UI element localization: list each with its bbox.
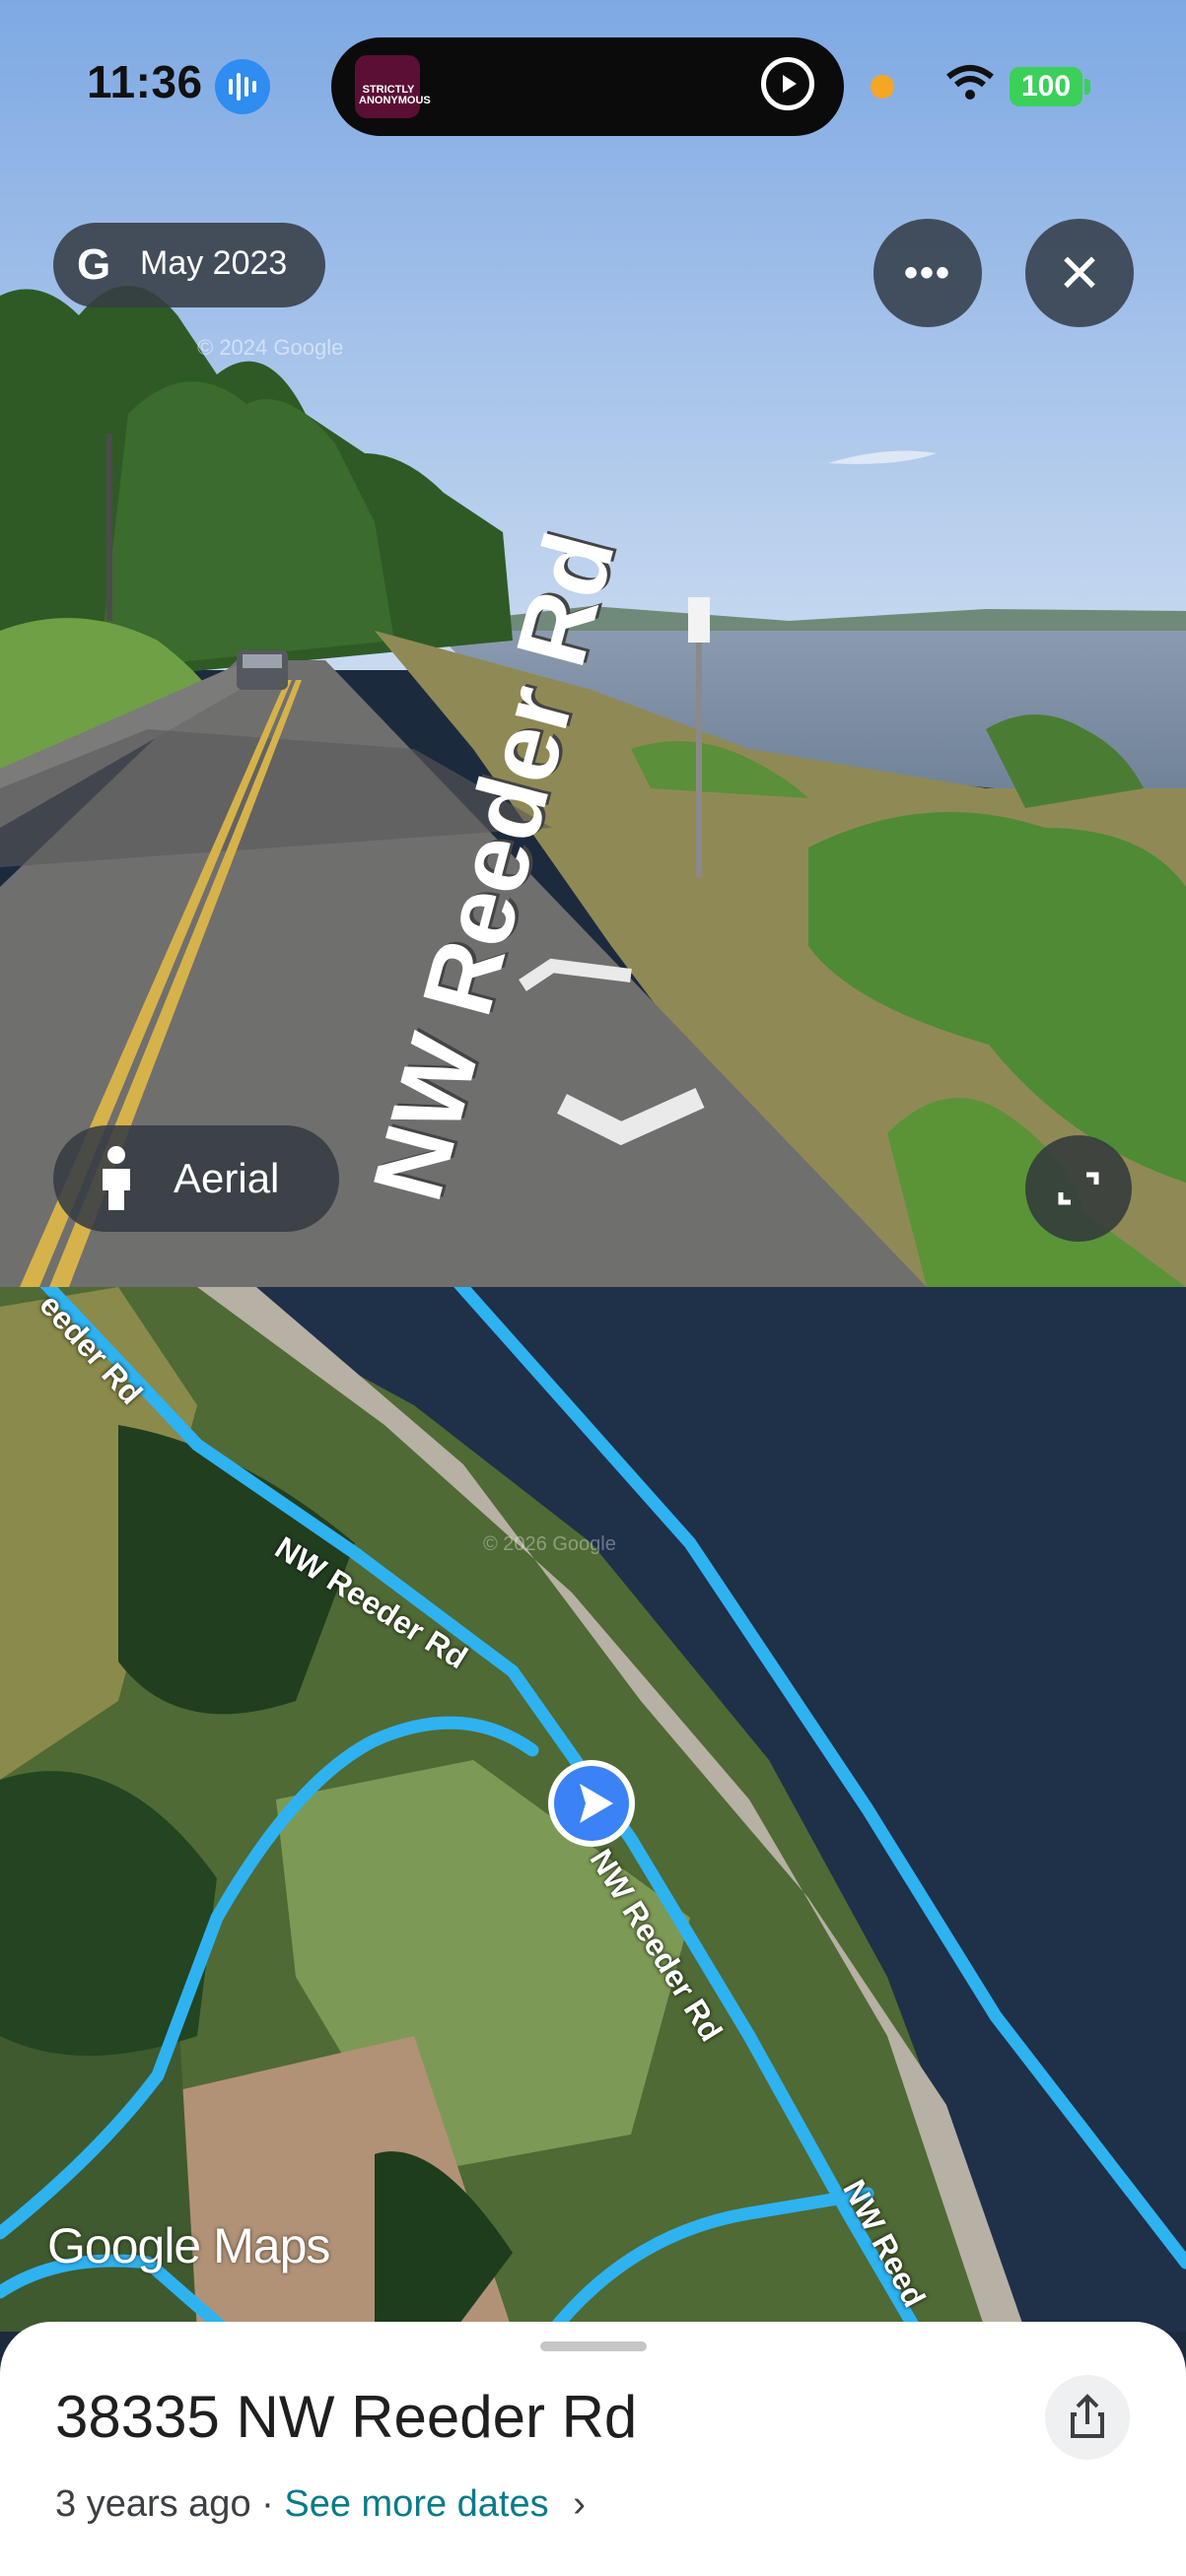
now-playing-art-text: STRICTLY ANONYMOUS bbox=[359, 84, 431, 106]
share-icon bbox=[1071, 2394, 1104, 2438]
wifi-icon bbox=[944, 63, 996, 107]
google-g-icon: G bbox=[77, 240, 111, 289]
expand-button[interactable] bbox=[1025, 1135, 1132, 1242]
status-time: 11:36 bbox=[87, 56, 203, 107]
aerial-label: Aerial bbox=[174, 1155, 280, 1201]
street-view-panorama[interactable]: NW Reeder Rd © 2024 Google bbox=[0, 0, 1186, 1287]
battery-tip bbox=[1084, 79, 1090, 95]
chevron-right-icon[interactable]: › bbox=[573, 2483, 586, 2525]
pegman-icon bbox=[95, 1145, 138, 1217]
street-watermark: © 2024 Google bbox=[197, 335, 344, 360]
more-icon: ••• bbox=[903, 250, 951, 295]
separator-dot: · bbox=[250, 2483, 285, 2525]
years-ago-label: 3 years ago bbox=[55, 2483, 251, 2525]
privacy-indicator bbox=[871, 75, 894, 99]
see-more-dates-link[interactable]: See more dates bbox=[284, 2483, 548, 2525]
address-title: 38335 NW Reeder Rd bbox=[55, 2384, 638, 2450]
map-imagery bbox=[0, 1287, 1186, 2332]
close-icon: ✕ bbox=[1057, 243, 1102, 304]
date-subline: 3 years ago · See more dates › bbox=[55, 2483, 586, 2526]
expand-icon bbox=[1058, 1172, 1099, 1205]
capture-date-label: May 2023 bbox=[140, 244, 288, 282]
map-watermark: © 2026 Google bbox=[483, 1533, 616, 1555]
sheet-grabber[interactable] bbox=[540, 2341, 647, 2351]
aerial-map[interactable]: eeder Rd NW Reeder Rd NW Reeder Rd NW Re… bbox=[0, 1287, 1186, 2332]
more-button[interactable]: ••• bbox=[873, 219, 982, 327]
share-button[interactable] bbox=[1045, 2375, 1130, 2460]
google-maps-logo: Google Maps bbox=[47, 2218, 330, 2273]
siri-icon bbox=[215, 59, 270, 114]
play-icon[interactable] bbox=[761, 57, 814, 110]
close-button[interactable]: ✕ bbox=[1025, 219, 1134, 327]
battery-indicator: 100 bbox=[1010, 67, 1082, 106]
